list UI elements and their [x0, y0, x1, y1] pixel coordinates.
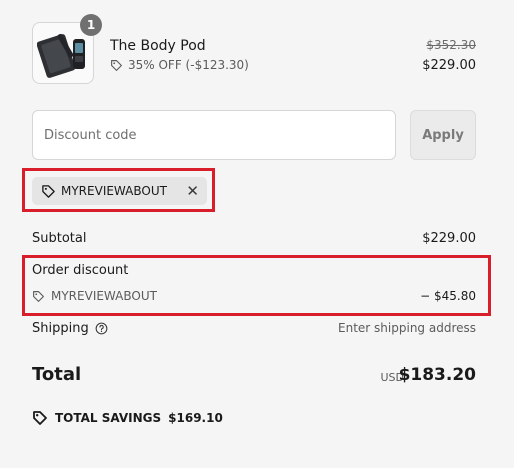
tag-icon — [42, 184, 55, 198]
close-icon[interactable]: ✕ — [186, 183, 199, 199]
order-discount-code: MYREVIEWABOUT — [32, 289, 157, 303]
quantity-badge: 1 — [80, 14, 102, 36]
final-price: $229.00 — [422, 58, 476, 73]
total-value: $183.20 — [398, 365, 476, 385]
total-label: Total — [32, 364, 82, 385]
apply-button[interactable]: Apply — [410, 110, 476, 160]
applied-code-label: MYREVIEWABOUT — [61, 184, 167, 198]
product-discount-label: 35% OFF (-$123.30) — [128, 58, 249, 72]
original-price: $352.30 — [426, 38, 476, 52]
order-discount-code-label: MYREVIEWABOUT — [51, 289, 157, 303]
shipping-value: Enter shipping address — [338, 321, 476, 335]
order-discount-value: − $45.80 — [420, 289, 476, 303]
help-circle-icon[interactable] — [95, 322, 108, 335]
tag-icon — [111, 59, 122, 71]
savings-tag-icon — [33, 411, 47, 425]
discount-code-input[interactable] — [32, 110, 396, 160]
checkout-summary: 1 The Body Pod 35% OFF (-$123.30) $352.3… — [0, 0, 514, 468]
shipping-label: Shipping — [32, 321, 89, 336]
tag-icon — [33, 290, 44, 302]
subtotal-label: Subtotal — [32, 231, 87, 246]
product-image — [37, 33, 85, 78]
product-name: The Body Pod — [110, 38, 206, 54]
product-discount: 35% OFF (-$123.30) — [110, 58, 249, 72]
total-savings: TOTAL SAVINGS $169.10 — [32, 410, 223, 426]
shipping-row: Shipping — [32, 321, 108, 336]
total-savings-label: TOTAL SAVINGS — [55, 411, 162, 425]
total-savings-value: $169.10 — [168, 411, 223, 425]
applied-code-chip: MYREVIEWABOUT ✕ — [32, 177, 207, 205]
order-discount-label: Order discount — [32, 263, 129, 278]
subtotal-value: $229.00 — [422, 231, 476, 246]
